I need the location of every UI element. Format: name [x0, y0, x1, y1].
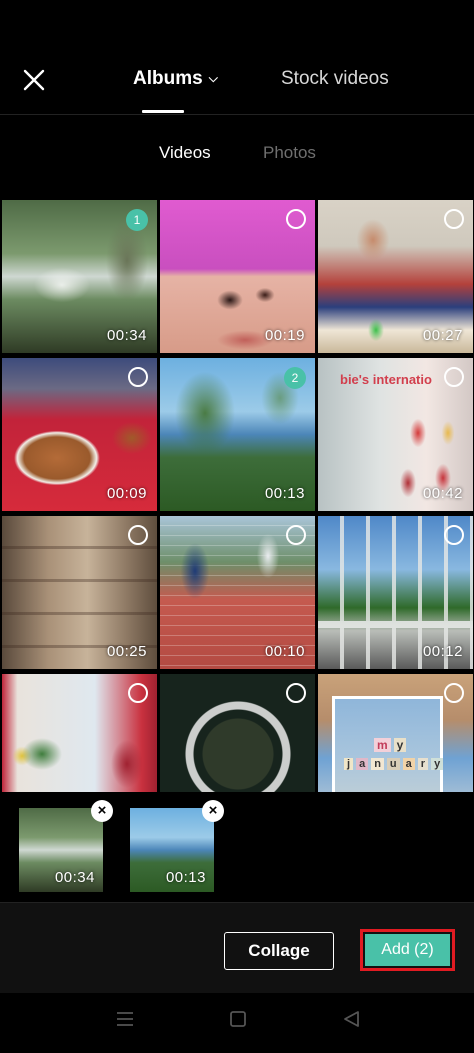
- video-duration: 00:10: [264, 643, 305, 660]
- tab-albums-label: Albums: [133, 68, 203, 89]
- video-duration: 00:42: [422, 485, 463, 502]
- selection-circle[interactable]: [286, 683, 306, 703]
- video-thumbnail[interactable]: 2 00:13: [160, 358, 315, 511]
- selection-circle[interactable]: [444, 209, 464, 229]
- video-thumbnail[interactable]: 00:19: [160, 200, 315, 353]
- top-bar: Albums ⌵ Stock videos: [0, 0, 474, 115]
- selection-circle[interactable]: [444, 525, 464, 545]
- tab-albums[interactable]: Albums ⌵: [133, 68, 218, 90]
- remove-icon[interactable]: ×: [202, 800, 224, 822]
- selection-order-badge: 2: [284, 367, 306, 389]
- selection-circle[interactable]: [444, 683, 464, 703]
- letter-card: y: [393, 738, 407, 752]
- chevron-down-icon: ⌵: [208, 71, 218, 85]
- selection-circle[interactable]: [128, 525, 148, 545]
- video-thumbnail[interactable]: 00:10: [160, 516, 315, 669]
- remove-icon[interactable]: ×: [91, 800, 113, 822]
- selection-circle[interactable]: [444, 367, 464, 387]
- letter-card: n: [371, 758, 384, 770]
- selection-circle[interactable]: [128, 683, 148, 703]
- active-tab-indicator: [142, 110, 184, 113]
- doll-sign-text: bie's internatio: [340, 372, 432, 387]
- media-grid: 1 00:34 00:19 00:27 00:09 2 00:13 bie's …: [0, 198, 474, 792]
- video-thumbnail[interactable]: 1 00:34: [2, 200, 157, 353]
- menu-icon[interactable]: [116, 1011, 134, 1032]
- selection-circle[interactable]: [286, 209, 306, 229]
- selected-thumbnail[interactable]: 00:34 ×: [19, 800, 113, 892]
- selected-media-tray: 00:34 × 00:13 ×: [0, 792, 474, 902]
- video-thumbnail[interactable]: [160, 674, 315, 792]
- video-duration: 00:25: [106, 643, 147, 660]
- letter-card: u: [386, 758, 400, 770]
- video-thumbnail[interactable]: m y j a n u a r y: [318, 674, 473, 792]
- video-thumbnail[interactable]: 00:27: [318, 200, 473, 353]
- video-thumbnail[interactable]: 00:09: [2, 358, 157, 511]
- letter-card: r: [417, 758, 429, 770]
- system-navigation-bar: [0, 993, 474, 1053]
- letter-card: a: [356, 758, 369, 770]
- selection-circle[interactable]: [286, 525, 306, 545]
- collage-button[interactable]: Collage: [224, 932, 334, 970]
- video-duration: 00:09: [106, 485, 147, 502]
- selected-thumbnail[interactable]: 00:13 ×: [130, 800, 224, 892]
- tab-stock-videos[interactable]: Stock videos: [281, 68, 389, 90]
- letter-cards-row-2: j a n u a r y: [344, 758, 444, 770]
- video-thumbnail[interactable]: 00:25: [2, 516, 157, 669]
- home-icon[interactable]: [229, 1011, 247, 1032]
- video-thumbnail[interactable]: bie's internatio 00:42: [318, 358, 473, 511]
- header-divider: [0, 114, 474, 115]
- back-icon[interactable]: [342, 1011, 360, 1032]
- video-duration: 00:13: [264, 485, 305, 502]
- video-thumbnail[interactable]: 00:12: [318, 516, 473, 669]
- video-thumbnail[interactable]: [2, 674, 157, 792]
- letter-card: y: [431, 758, 444, 770]
- letter-card: m: [374, 738, 391, 752]
- action-bar: Collage Add (2): [0, 902, 474, 993]
- video-duration: 00:12: [422, 643, 463, 660]
- letter-cards-row-1: m y: [374, 738, 407, 752]
- tab-videos[interactable]: Videos: [159, 143, 211, 163]
- add-button[interactable]: Add (2): [365, 934, 450, 966]
- video-duration: 00:34: [106, 327, 147, 344]
- selection-circle[interactable]: [128, 367, 148, 387]
- letter-card: a: [402, 758, 415, 770]
- video-duration: 00:13: [165, 869, 206, 886]
- letter-card: j: [344, 758, 354, 770]
- video-duration: 00:34: [54, 869, 95, 886]
- close-icon[interactable]: [18, 64, 50, 96]
- tab-photos[interactable]: Photos: [263, 143, 316, 163]
- video-duration: 00:27: [422, 327, 463, 344]
- selection-order-badge: 1: [126, 209, 148, 231]
- video-duration: 00:19: [264, 327, 305, 344]
